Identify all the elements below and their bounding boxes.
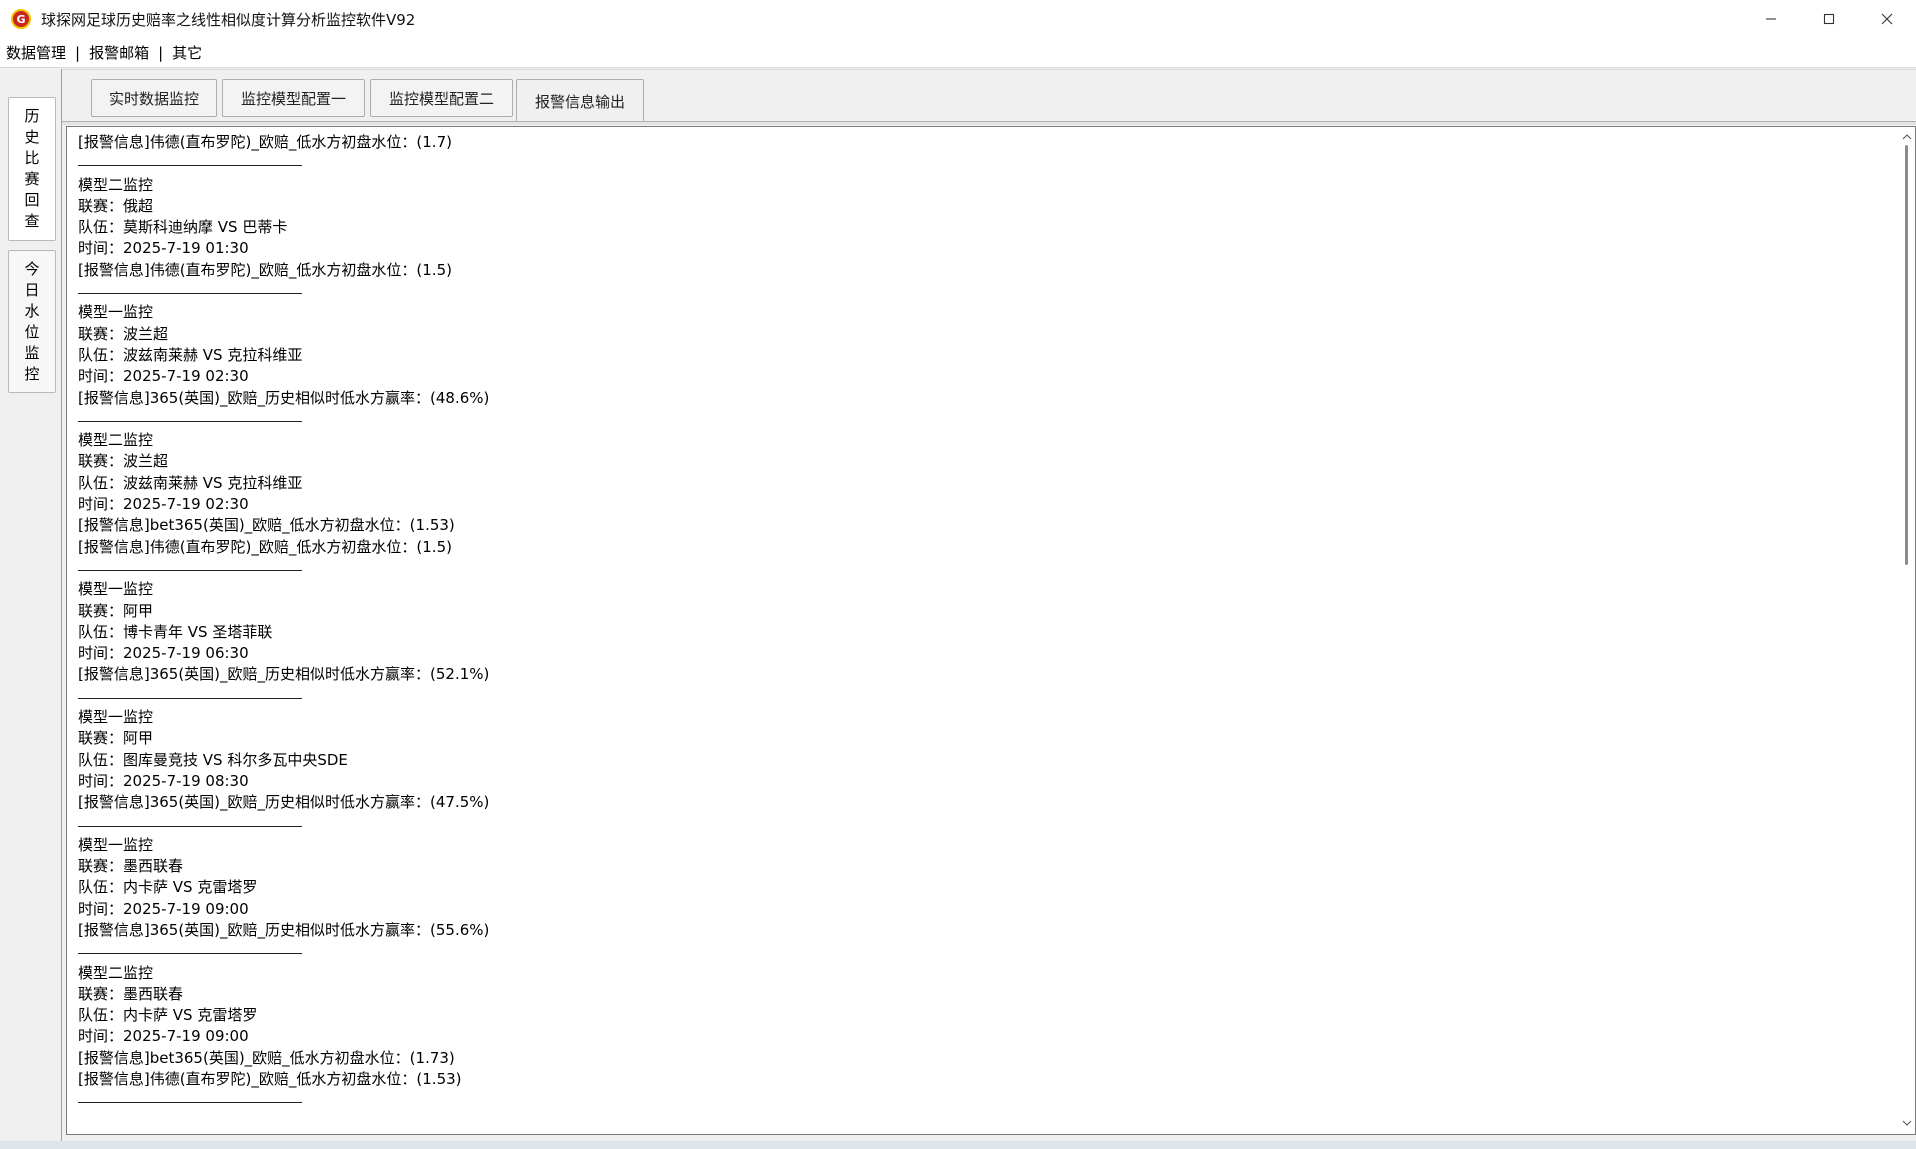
output-line: 时间：2025-7-19 02:30 xyxy=(78,367,249,386)
output-line: [报警信息]bet365(英国)_欧赔_低水方初盘水位：(1.53) xyxy=(78,516,455,535)
entry-separator-line xyxy=(78,153,1878,174)
output-line: 联赛：波兰超 xyxy=(78,324,169,343)
output-line: 模型二监控 xyxy=(78,175,154,194)
app-logo-icon: G xyxy=(11,9,31,29)
side-tab-label: 历史比赛回查 xyxy=(24,107,40,230)
entry-separator-line xyxy=(78,409,1878,430)
output-line: 时间：2025-7-19 09:00 xyxy=(78,899,249,918)
output-line: 模型一监控 xyxy=(78,708,154,727)
output-line: 联赛：阿甲 xyxy=(78,729,154,748)
output-line: 联赛：阿甲 xyxy=(78,601,154,620)
title-bar: G 球探网足球历史赔率之线性相似度计算分析监控软件V92 xyxy=(0,0,1916,38)
vertical-scrollbar[interactable] xyxy=(1899,127,1915,1134)
output-line: 联赛：墨西联春 xyxy=(78,984,184,1003)
entry-separator-line xyxy=(78,814,1878,835)
alert-output-content: [报警信息]伟德(直布罗陀)_欧赔_低水方初盘水位：(1.7) 模型二监控 联赛：俄… xyxy=(78,132,1878,1112)
output-line: 模型二监控 xyxy=(78,963,154,982)
output-line: 队伍：内卡萨 VS 克雷塔罗 xyxy=(78,1006,258,1025)
tab-realtime-monitor[interactable]: 实时数据监控 xyxy=(91,79,217,117)
side-tab-today-monitor[interactable]: 今日水位监控 xyxy=(8,250,56,393)
output-line: [报警信息]伟德(直布罗陀)_欧赔_低水方初盘水位：(1.5) xyxy=(78,260,452,279)
output-line: 模型二监控 xyxy=(78,431,154,450)
output-line: [报警信息]365(英国)_欧赔_历史相似时低水方赢率：(55.6%) xyxy=(78,920,490,939)
tab-model-config-2[interactable]: 监控模型配置二 xyxy=(370,79,513,117)
output-line: 时间：2025-7-19 02:30 xyxy=(78,495,249,514)
menu-item-data-management[interactable]: 数据管理 xyxy=(5,42,67,63)
menu-bar: 数据管理 | 报警邮箱 | 其它 xyxy=(0,38,1916,68)
output-line: [报警信息]365(英国)_欧赔_历史相似时低水方赢率：(47.5%) xyxy=(78,793,490,812)
alert-output-textarea[interactable]: [报警信息]伟德(直布罗陀)_欧赔_低水方初盘水位：(1.7) 模型二监控 联赛：俄… xyxy=(66,126,1916,1135)
output-line: 时间：2025-7-19 08:30 xyxy=(78,771,249,790)
output-line: 队伍：莫斯科迪纳摩 VS 巴蒂卡 xyxy=(78,218,288,237)
menu-separator: | xyxy=(158,43,164,62)
tab-divider xyxy=(62,121,1916,125)
menu-separator: | xyxy=(75,43,81,62)
side-tab-history-review[interactable]: 历史比赛回查 xyxy=(8,97,56,241)
entry-separator-line xyxy=(78,1090,1878,1111)
output-line: 时间：2025-7-19 06:30 xyxy=(78,644,249,663)
output-line: 模型一监控 xyxy=(78,303,154,322)
maximize-button[interactable] xyxy=(1800,0,1858,38)
output-line: 时间：2025-7-19 09:00 xyxy=(78,1027,249,1046)
minimize-button[interactable] xyxy=(1742,0,1800,38)
output-line: 联赛：墨西联春 xyxy=(78,857,184,876)
window-controls xyxy=(1742,0,1916,38)
output-line: [报警信息]365(英国)_欧赔_历史相似时低水方赢率：(48.6%) xyxy=(78,388,490,407)
output-line: 联赛：波兰超 xyxy=(78,452,169,471)
window-title: 球探网足球历史赔率之线性相似度计算分析监控软件V92 xyxy=(41,10,416,29)
maximize-icon xyxy=(1823,13,1835,25)
entry-separator-line xyxy=(78,558,1878,579)
output-line: 时间：2025-7-19 01:30 xyxy=(78,239,249,258)
menu-item-other[interactable]: 其它 xyxy=(171,42,203,63)
output-line: 模型一监控 xyxy=(78,580,154,599)
scrollbar-thumb[interactable] xyxy=(1905,145,1908,565)
output-line: [报警信息]365(英国)_欧赔_历史相似时低水方赢率：(52.1%) xyxy=(78,665,490,684)
output-line: 队伍：波兹南莱赫 VS 克拉科维亚 xyxy=(78,473,303,492)
output-line: [报警信息]伟德(直布罗陀)_欧赔_低水方初盘水位：(1.7) xyxy=(78,133,452,151)
output-line: 队伍：内卡萨 VS 克雷塔罗 xyxy=(78,878,258,897)
tab-alert-output[interactable]: 报警信息输出 xyxy=(516,79,644,123)
output-line: 联赛：俄超 xyxy=(78,196,154,215)
output-line: [报警信息]伟德(直布罗陀)_欧赔_低水方初盘水位：(1.53) xyxy=(78,1070,462,1089)
close-icon xyxy=(1881,13,1893,25)
close-button[interactable] xyxy=(1858,0,1916,38)
scroll-up-icon[interactable] xyxy=(1902,132,1912,142)
side-tab-strip: 历史比赛回查 今日水位监控 xyxy=(0,69,62,1141)
output-line: 队伍：波兹南莱赫 VS 克拉科维亚 xyxy=(78,345,303,364)
output-line: [报警信息]伟德(直布罗陀)_欧赔_低水方初盘水位：(1.5) xyxy=(78,537,452,556)
output-line: [报警信息]bet365(英国)_欧赔_低水方初盘水位：(1.73) xyxy=(78,1048,455,1067)
output-line: 队伍：图库曼竞技 VS 科尔多瓦中央SDE xyxy=(78,750,348,769)
entry-separator-line xyxy=(78,941,1878,962)
tab-strip: 实时数据监控 监控模型配置一 监控模型配置二 报警信息输出 xyxy=(62,69,1916,124)
entry-separator-line xyxy=(78,281,1878,302)
output-line: 队伍：博卡青年 VS 圣塔菲联 xyxy=(78,622,273,641)
side-tab-label: 今日水位监控 xyxy=(24,259,40,383)
menu-item-alert-email[interactable]: 报警邮箱 xyxy=(88,42,150,63)
output-line: 模型一监控 xyxy=(78,835,154,854)
status-strip xyxy=(0,1141,1916,1149)
tab-model-config-1[interactable]: 监控模型配置一 xyxy=(222,79,365,117)
scroll-down-icon[interactable] xyxy=(1902,1118,1912,1128)
entry-separator-line xyxy=(78,686,1878,707)
minimize-icon xyxy=(1766,18,1776,20)
